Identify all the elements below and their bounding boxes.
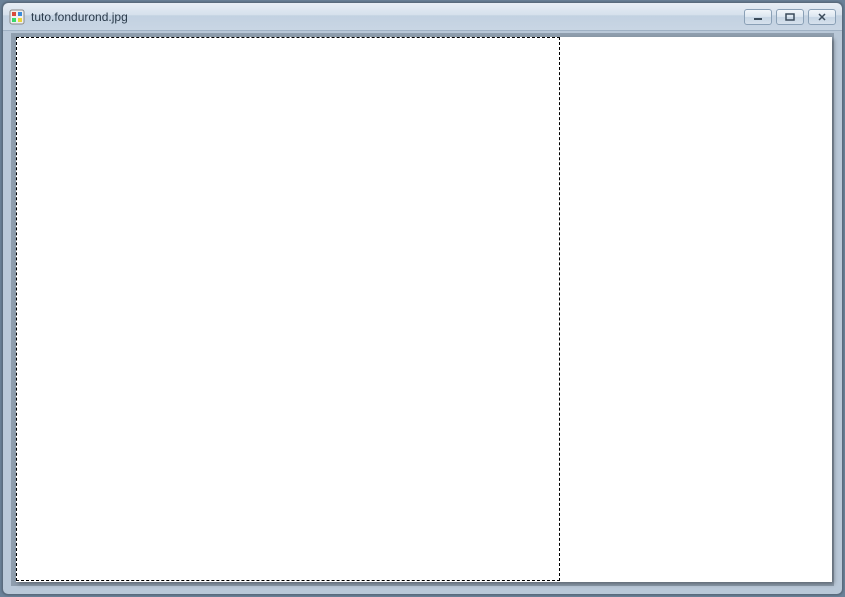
document-window: tuto.fondurond.jpg — [2, 2, 843, 595]
minimize-icon — [753, 13, 763, 21]
titlebar[interactable]: tuto.fondurond.jpg — [3, 3, 842, 31]
maximize-icon — [785, 13, 795, 21]
canvas[interactable] — [16, 37, 832, 582]
window-title: tuto.fondurond.jpg — [31, 10, 744, 24]
close-button[interactable] — [808, 9, 836, 25]
app-icon — [9, 9, 25, 25]
close-icon — [817, 13, 827, 21]
selection-marquee — [16, 37, 560, 581]
client-area — [11, 33, 834, 586]
maximize-button[interactable] — [776, 9, 804, 25]
minimize-button[interactable] — [744, 9, 772, 25]
window-controls — [744, 9, 836, 25]
